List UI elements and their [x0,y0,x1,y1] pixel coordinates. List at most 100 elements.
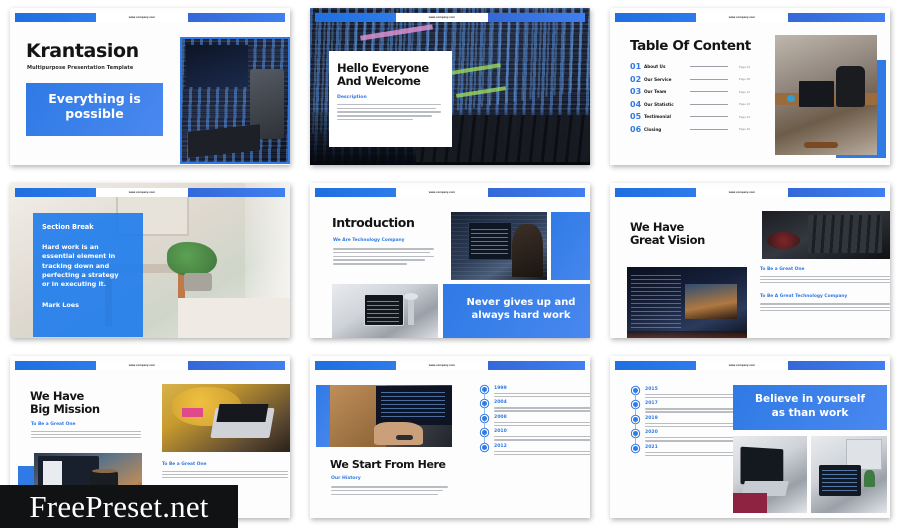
header-bar-right [487,188,585,197]
site-label-text: www.company.com [728,191,755,194]
timeline-body [494,436,590,441]
toc-leader [690,116,728,118]
laptop-workspace-photo [733,436,807,513]
quote-line-1: Hard work is an [42,243,99,251]
timeline-body [645,437,743,442]
quote-line-5: or in executing it. [42,280,107,289]
page-subtitle: Multipurpose Presentation Template [27,65,134,71]
mission-block-heading-2: To Be a Great One [162,462,207,467]
timeline-item: 2012 [482,444,590,455]
vision-blocks: To Be a Great One To Be A Great Technolo… [760,267,890,313]
site-label-text: www.company.com [728,16,755,19]
toc-page: Page 03 [738,64,750,69]
header-site-label: www.company.com [96,188,188,197]
slide-header-bar: www.company.com [15,13,285,22]
vision-block-heading: To Be A Great Technology Company [760,294,848,300]
slide-header-bar: www.company.com [315,13,585,22]
intro-body-text [333,248,438,267]
timeline-item: 2015 [633,387,743,403]
page-title: Table Of Content [630,38,751,54]
header-site-label: www.company.com [396,361,488,370]
site-label-text: www.company.com [128,16,155,19]
toc-label: About Us [644,64,666,69]
monitor-workspace-photo [811,436,887,513]
quote-line-2: essential element in [42,252,116,261]
timeline-body [494,421,590,427]
toc-number: 03 [630,87,642,97]
site-label-text: www.company.com [428,16,455,19]
slide-9-believe[interactable]: www.company.com 2015 2017 2019 2020 2021… [600,348,900,528]
timeline-year: 2021 [645,444,658,450]
toc-number: 01 [630,62,642,71]
toc-row[interactable]: 06 Closing Page 30 [630,125,750,134]
timeline-body [494,393,590,398]
timeline-dot-icon [482,444,487,450]
mission-block-body [31,431,141,440]
slide-6-great-vision[interactable]: www.company.com We Have Great Vision To … [600,175,900,348]
toc-row[interactable]: 04 Our Statistic Page 16 [630,100,750,109]
timeline-year: 2017 [645,401,658,407]
site-label-text: www.company.com [428,191,455,194]
intro-callout-text: Never gives up and always hard work [443,296,590,322]
mission-block-heading: To Be a Great One [31,422,76,427]
toc-label: Our Service [644,76,672,82]
header-site-label: www.company.com [96,13,188,22]
slide-4-section-break[interactable]: www.company.com Section Break Hard work … [0,175,300,348]
timeline-year: 2012 [494,443,507,449]
callout-line-1: Never gives up and [466,297,576,308]
hello-title-line-2: And Welcome [337,73,421,88]
header-site-label: www.company.com [696,188,788,197]
header-bar-left [315,361,396,370]
multi-monitor-photo [627,267,747,338]
toc-row[interactable]: 02 Our Service Page 08 [630,75,750,84]
header-bar-right [487,13,585,22]
timeline-body [645,451,743,456]
toc-number: 05 [630,112,642,122]
section-break-author: Mark Loes [42,301,79,310]
timeline-body [494,450,590,455]
vision-title-line-2: Great Vision [630,233,705,247]
slide-3-table-of-content[interactable]: www.company.com Table Of Content 01 Abou… [600,0,900,175]
timeline-item: 1999 [482,386,590,402]
toc-leader [690,129,728,130]
header-bar-left [615,188,696,197]
callout-line-1: Believe in yourself [754,393,866,405]
vision-block-body [760,276,890,284]
header-bar-right [187,188,285,197]
page-title: Krantasion [26,40,139,62]
timeline-item: 2017 [633,401,743,417]
toc-label: Our Statistic [644,101,674,107]
timeline-body [494,407,590,412]
slide-header-bar: www.company.com [15,188,285,197]
slide-grid: www.company.com Krantasion Multipurpose … [0,0,900,528]
slide-header-bar: www.company.com [615,13,885,22]
toc-number: 06 [630,124,642,134]
header-bar-right [487,361,585,370]
toc-list: 01 About Us Page 03 02 Our Service Page … [630,62,750,138]
timeline-item: 2021 [633,445,743,456]
believe-callout-text: Believe in yourself as than work [733,393,887,420]
watermark-text: FreePreset.net [29,489,209,524]
timeline-year: 2004 [494,400,507,406]
mission-block-body-2 [162,471,288,480]
programmer-photo [451,212,547,280]
timeline-dot-icon [633,445,638,451]
slide-2-hello[interactable]: www.company.com Hello Everyone And Welco… [300,0,600,175]
slide-header-bar: www.company.com [615,188,885,197]
slide-8-start-from-here[interactable]: www.company.com We Start From Here Our H… [300,348,600,528]
quote-line-3: tracking down and [42,261,110,270]
toc-row[interactable]: 01 About Us Page 03 [630,62,750,71]
toc-row[interactable]: 05 Testimonial Page 24 [630,112,750,121]
vision-block-heading: To Be a Great One [760,267,805,272]
section-break-content: Section Break Hard work is an essential … [42,223,138,309]
vision-block: To Be A Great Technology Company [760,294,890,311]
toc-row[interactable]: 03 Our Team Page 12 [630,87,750,96]
slide-1-title[interactable]: www.company.com Krantasion Multipurpose … [0,0,300,175]
header-site-label: www.company.com [396,13,488,22]
toc-number: 04 [630,99,642,109]
slide-5-introduction[interactable]: www.company.com Introduction We Are Tech… [300,175,600,348]
toc-page: Page 12 [738,89,750,94]
toc-page: Page 30 [738,127,750,132]
timeline-item: 2020 [633,430,743,446]
laptop-photo [762,211,890,259]
